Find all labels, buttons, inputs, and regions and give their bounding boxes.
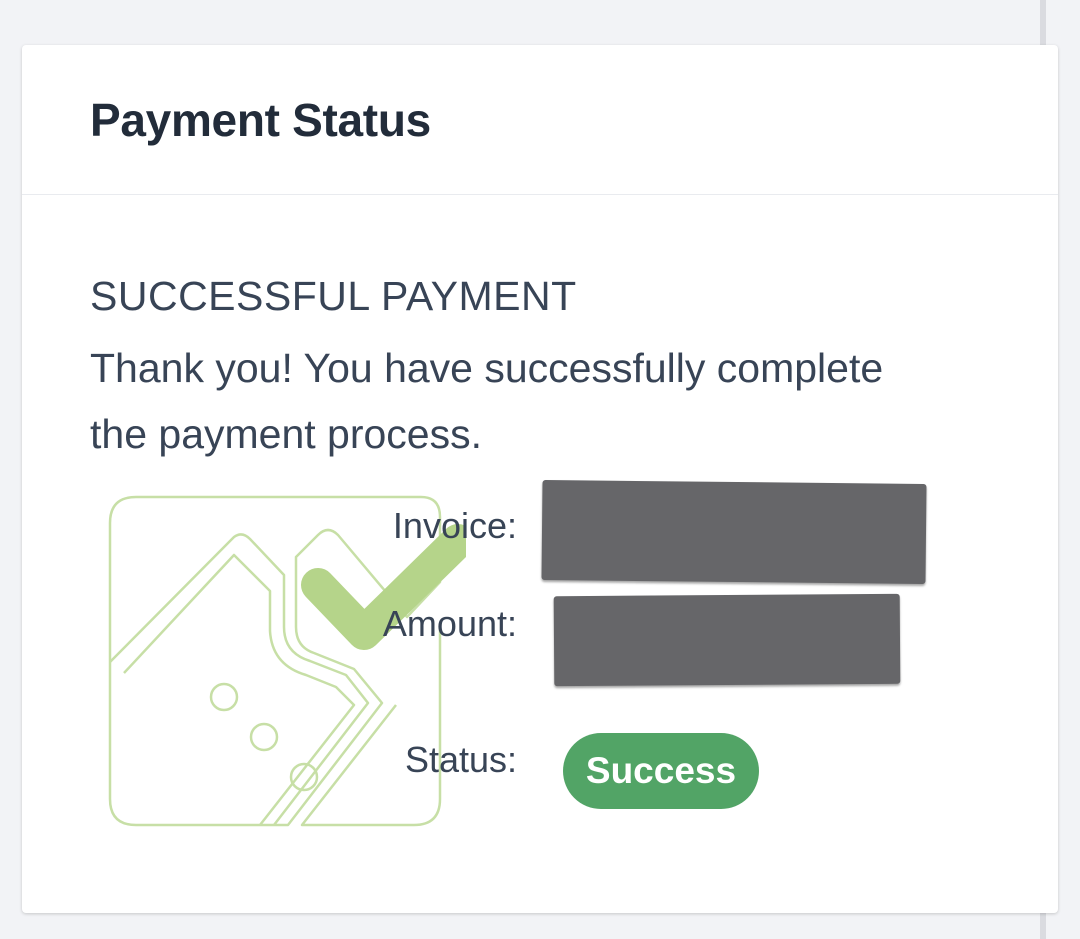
status-badge: Success [563,733,759,809]
payment-status-card: Payment Status SUCCESSFUL PAYMENT Thank … [22,45,1058,913]
page-title: Payment Status [90,94,431,146]
invoice-label: Invoice: [392,505,517,546]
payment-result-heading: SUCCESSFUL PAYMENT [90,273,577,319]
amount-value-redacted [553,593,901,687]
payment-result-message: Thank you! You have successfully complet… [90,345,884,457]
amount-label: Amount: [382,603,517,644]
status-label: Status: [404,739,517,780]
invoice-value-redacted [541,479,927,585]
card-header: Payment Status [22,45,1058,195]
